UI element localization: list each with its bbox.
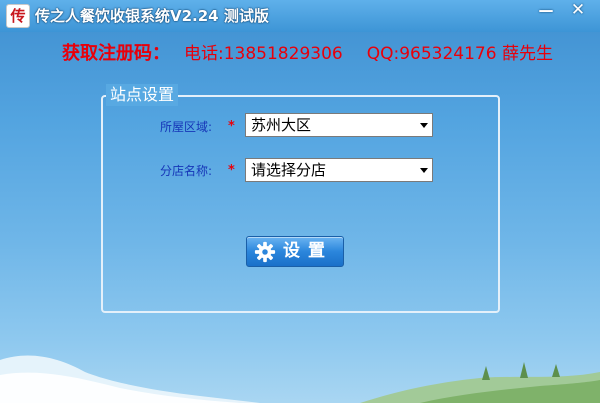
branch-select[interactable]: 请选择分店 [245,158,433,182]
chevron-down-icon [420,123,428,128]
title-bar[interactable]: 传 传之人餐饮收银系统V2.24 测试版 — ✕ [0,0,600,32]
settings-button[interactable]: 设置 [246,236,344,267]
branch-label: 分店名称: [160,164,213,178]
background-scenery [0,355,600,403]
registration-label: 获取注册码： [62,43,170,64]
registration-qq: QQ:965324176 薛先生 [366,44,553,64]
region-select[interactable]: 苏州大区 [245,113,433,137]
registration-phone: 电话:13851829306 [184,44,343,64]
branch-required-mark: * [228,163,235,178]
gear-icon [254,241,276,263]
site-settings-title: 站点设置 [106,84,179,106]
minimize-button[interactable]: — [533,1,559,21]
region-required-mark: * [228,119,235,134]
app-logo: 传 [6,4,30,28]
window-title: 传之人餐饮收银系统V2.24 测试版 [35,7,269,25]
region-label: 所屋区域: [160,120,213,134]
settings-button-label: 设置 [283,241,333,261]
registration-info: 获取注册码： 电话:13851829306 QQ:965324176 薛先生 [62,41,553,67]
region-select-value: 苏州大区 [251,116,312,134]
close-button[interactable]: ✕ [565,1,591,21]
branch-select-value: 请选择分店 [251,161,327,179]
chevron-down-icon [420,168,428,173]
